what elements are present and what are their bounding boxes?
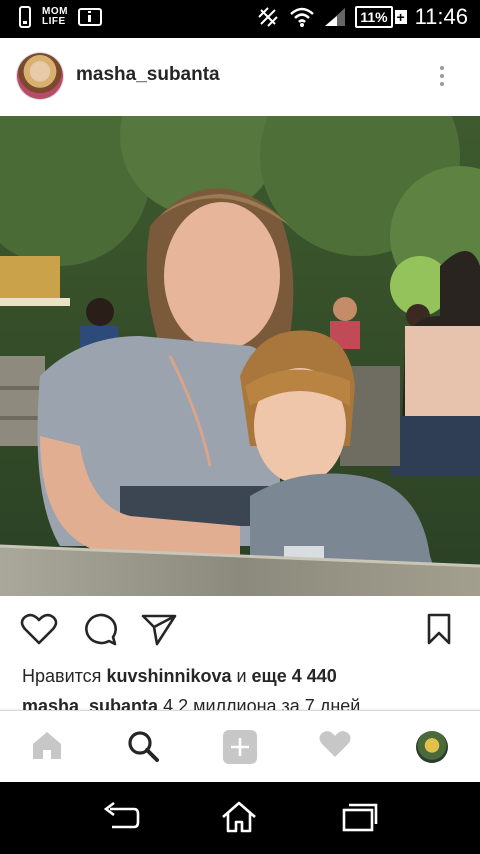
comment-icon [85,613,117,646]
more-options-button[interactable] [432,62,452,92]
nav-search-button[interactable] [126,729,162,765]
nav-profile-avatar[interactable] [416,731,448,763]
caption-username[interactable]: masha_subanta [22,696,158,710]
post-header: masha_subanta [0,38,480,116]
app-notification-label: MOM LIFE [42,6,68,27]
home-icon [33,732,61,759]
add-post-icon [223,730,257,764]
photo-image [0,116,480,596]
user-avatar[interactable] [17,53,63,99]
post-actions [0,596,480,666]
system-nav-bar [0,782,480,854]
share-button[interactable] [140,612,180,648]
clock: 11:46 [414,4,468,29]
notification-info-icon [77,8,102,26]
system-recents-button[interactable] [340,800,380,836]
caption-text: 4,2 миллиона за 7 дней [158,696,361,710]
likes-line[interactable]: Нравится kuvshinnikova и еще 4 440 [22,666,337,687]
signal-icon [325,8,346,26]
charging-icon: + [394,9,407,25]
phone-notification-icon [19,6,31,28]
likes-count-link[interactable]: еще 4 440 [252,666,337,686]
likes-prefix: Нравится [22,666,107,686]
status-bar: MOM LIFE 11% + 11:46 [0,0,480,38]
search-icon [128,731,159,762]
bookmark-icon [427,613,451,645]
nfc-off-icon [258,7,279,27]
system-back-button[interactable] [100,800,140,836]
recents-icon [342,803,378,832]
nav-add-button[interactable] [222,729,258,765]
post-username[interactable]: masha_subanta [76,64,220,86]
back-icon [103,801,140,829]
post-caption: masha_subanta 4,2 миллиона за 7 дней [22,696,462,710]
nav-activity-button[interactable] [318,729,354,765]
home-outline-icon [222,801,256,833]
battery-indicator: 11% + [355,6,407,28]
comment-button[interactable] [82,612,122,648]
bottom-nav [0,710,480,783]
heart-icon [319,731,351,757]
system-home-button[interactable] [220,800,260,836]
likes-conjunction: и [231,666,252,686]
wifi-icon [290,7,315,27]
like-button[interactable] [20,612,60,648]
post-photo[interactable] [0,116,480,596]
send-icon [141,614,177,646]
heart-outline-icon [20,613,58,645]
likes-user-link[interactable]: kuvshinnikova [106,666,231,686]
save-button[interactable] [424,612,464,648]
nav-home-button[interactable] [30,729,66,765]
